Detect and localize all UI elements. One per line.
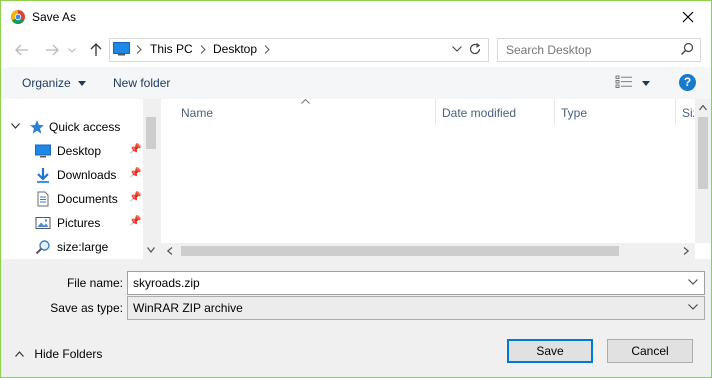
- details-view-icon: [615, 75, 632, 88]
- desktop-icon: [35, 144, 51, 158]
- address-bar[interactable]: This PC Desktop: [109, 38, 489, 62]
- file-name-value[interactable]: skyroads.zip: [133, 276, 200, 290]
- documents-icon: [37, 191, 49, 207]
- chevron-right-icon: [264, 45, 270, 54]
- nav-item-pictures[interactable]: Pictures 📌: [1, 211, 143, 235]
- column-header-size-label: Size: [682, 106, 694, 120]
- chevron-right-icon: [136, 45, 142, 54]
- save-button[interactable]: Save: [507, 339, 593, 363]
- chevron-up-icon: [15, 351, 24, 357]
- close-icon: [682, 11, 694, 23]
- computer-icon: [113, 42, 130, 56]
- nav-scrollbar-thumb[interactable]: [146, 117, 156, 149]
- arrow-left-icon: [15, 44, 28, 56]
- nav-item-label: Desktop: [57, 144, 102, 158]
- back-button[interactable]: [13, 41, 31, 59]
- column-header-size[interactable]: Size: [676, 99, 694, 125]
- caret-down-icon: [642, 81, 651, 86]
- scroll-up-icon[interactable]: [699, 105, 707, 111]
- close-button[interactable]: [665, 1, 711, 33]
- save-form: File name: skyroads.zip Save as type: Wi…: [1, 259, 711, 377]
- file-list-pane: Name Date modified Type Size: [161, 99, 711, 259]
- save-as-type-value: WinRAR ZIP archive: [133, 301, 243, 315]
- file-name-field[interactable]: skyroads.zip: [127, 271, 705, 295]
- nav-quick-access-label: Quick access: [49, 120, 121, 134]
- organize-button[interactable]: Organize: [22, 76, 87, 90]
- downloads-icon: [37, 168, 49, 183]
- refresh-icon[interactable]: [468, 42, 482, 56]
- change-view-button[interactable]: [615, 75, 651, 92]
- column-header-type-label: Type: [561, 106, 588, 120]
- search-icon: [35, 240, 50, 255]
- chrome-icon: [11, 10, 25, 24]
- file-hscrollbar-thumb[interactable]: [181, 246, 619, 256]
- file-name-label: File name:: [66, 276, 123, 290]
- pin-icon[interactable]: 📌: [129, 216, 141, 227]
- breadcrumb-desktop[interactable]: Desktop: [213, 42, 257, 56]
- navigation-pane: Quick access Desktop 📌 Downloads 📌 Docum…: [1, 99, 159, 259]
- nav-item-downloads[interactable]: Downloads 📌: [1, 163, 143, 187]
- chevron-down-icon: [688, 304, 698, 310]
- new-folder-button[interactable]: New folder: [113, 76, 170, 90]
- pin-icon[interactable]: 📌: [129, 168, 141, 179]
- column-header-date-label: Date modified: [442, 106, 517, 120]
- chevron-down-icon: [68, 47, 76, 53]
- recent-locations-button[interactable]: [67, 41, 77, 59]
- nav-pane-scrollbar[interactable]: [143, 99, 159, 259]
- hide-folders-button[interactable]: Hide Folders: [15, 347, 102, 361]
- scroll-down-icon[interactable]: [147, 247, 155, 253]
- search-box[interactable]: [497, 38, 701, 62]
- search-icon: [681, 42, 694, 55]
- column-header-type[interactable]: Type: [555, 99, 675, 125]
- title-bar: Save As: [1, 1, 711, 33]
- nav-item-documents[interactable]: Documents 📌: [1, 187, 143, 211]
- column-header-date-modified[interactable]: Date modified: [436, 99, 554, 125]
- save-as-type-label: Save as type:: [50, 301, 123, 315]
- help-button[interactable]: ?: [679, 74, 696, 91]
- window-title: Save As: [32, 10, 77, 24]
- arrow-up-icon: [90, 43, 102, 56]
- search-input[interactable]: [506, 42, 676, 58]
- breadcrumb-this-pc[interactable]: This PC: [150, 42, 193, 56]
- file-vscrollbar-thumb[interactable]: [698, 117, 708, 189]
- nav-item-saved-search[interactable]: size:large: [1, 235, 143, 259]
- command-bar: Organize New folder ?: [1, 67, 711, 100]
- pin-icon[interactable]: 📌: [129, 192, 141, 203]
- address-dropdown-icon[interactable]: [452, 46, 462, 52]
- caret-down-icon: [78, 81, 87, 87]
- nav-item-label: Documents: [57, 192, 118, 206]
- nav-quick-access[interactable]: Quick access: [1, 115, 143, 139]
- chevron-down-icon[interactable]: [688, 279, 698, 285]
- column-header-name-label: Name: [181, 106, 214, 120]
- chevron-right-icon: [200, 45, 206, 54]
- file-pane-vertical-scrollbar[interactable]: [695, 99, 711, 243]
- hide-folders-label: Hide Folders: [34, 347, 103, 361]
- navigation-bar: This PC Desktop: [1, 33, 711, 67]
- expand-chevron-icon[interactable]: [11, 123, 20, 129]
- organize-label: Organize: [22, 76, 71, 90]
- star-icon: [30, 120, 44, 134]
- column-header-name[interactable]: Name: [161, 99, 435, 125]
- forward-button[interactable]: [43, 41, 61, 59]
- scroll-right-icon[interactable]: [683, 247, 689, 255]
- nav-item-label: size:large: [57, 240, 109, 254]
- nav-item-desktop[interactable]: Desktop 📌: [1, 139, 143, 163]
- scroll-left-icon[interactable]: [167, 247, 173, 255]
- pictures-icon: [35, 217, 51, 229]
- save-as-dialog: Save As This PC Desktop Search Desktop O…: [0, 0, 712, 378]
- nav-item-label: Downloads: [57, 168, 117, 182]
- nav-item-label: Pictures: [57, 216, 101, 230]
- arrow-right-icon: [46, 44, 59, 56]
- up-button[interactable]: [87, 41, 105, 59]
- pin-icon[interactable]: 📌: [129, 144, 141, 155]
- save-as-type-select[interactable]: WinRAR ZIP archive: [127, 296, 705, 320]
- cancel-button[interactable]: Cancel: [607, 339, 693, 363]
- file-pane-horizontal-scrollbar[interactable]: [161, 243, 695, 259]
